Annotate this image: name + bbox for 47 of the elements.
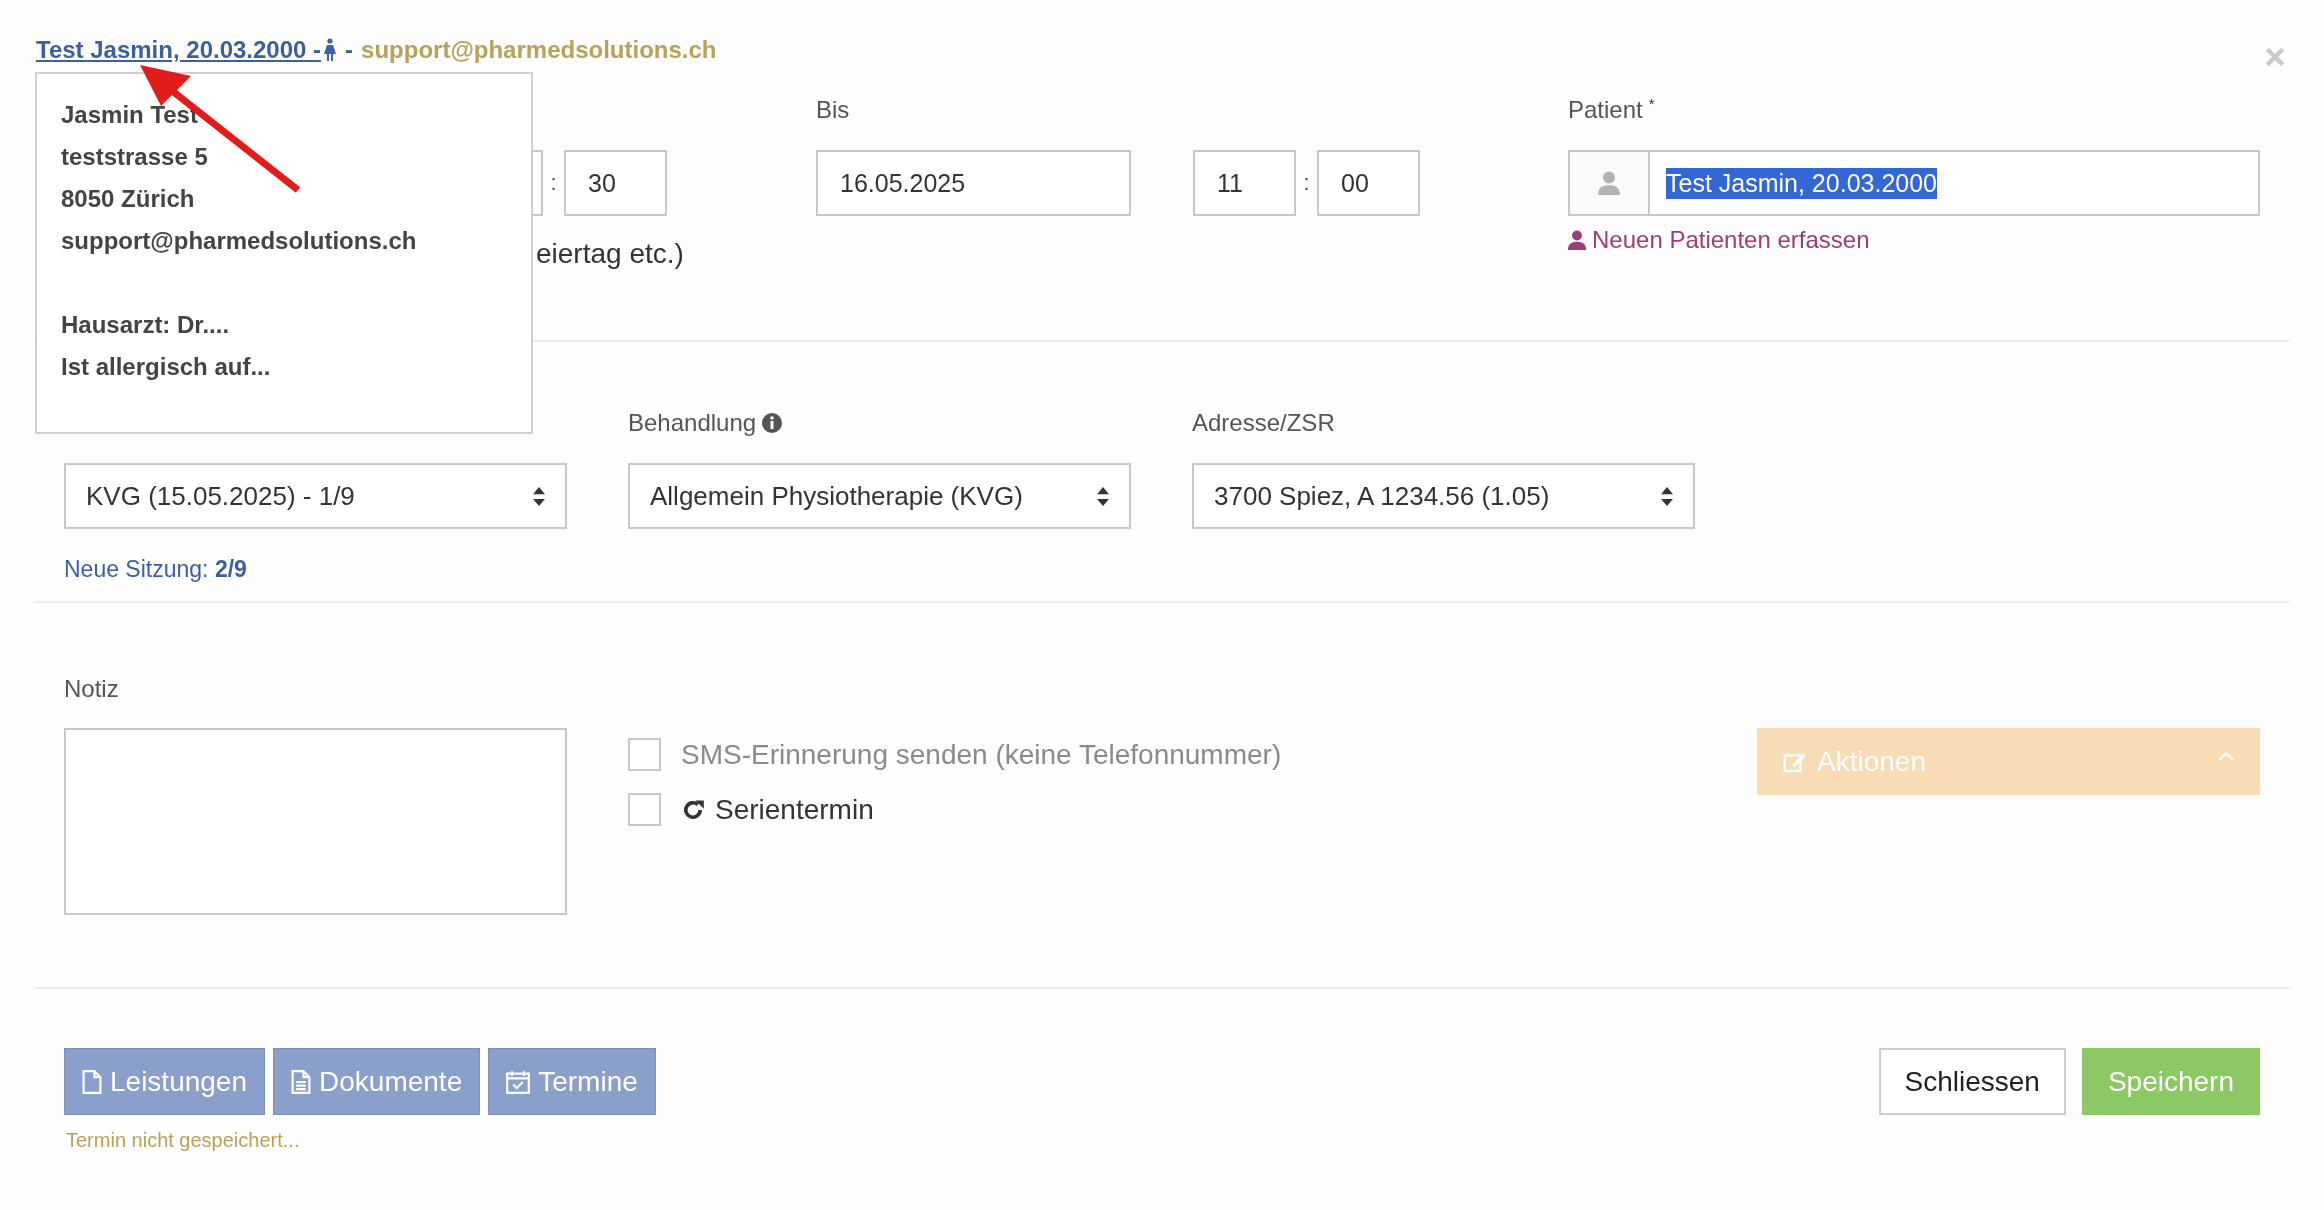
user-icon bbox=[1598, 171, 1620, 195]
tooltip-line: support@pharmedsolutions.ch bbox=[61, 226, 418, 256]
field-label: Bis bbox=[816, 95, 851, 125]
address-select[interactable]: 3700 Spiez, A 1234.56 (1.05) bbox=[1192, 463, 1695, 529]
sort-icon bbox=[1661, 486, 1673, 506]
email-address: support@pharmedsolutions.ch bbox=[361, 36, 717, 64]
checkbox[interactable] bbox=[628, 793, 661, 826]
chevron-up-icon bbox=[2218, 750, 2234, 761]
hour-field[interactable]: 11 bbox=[1193, 150, 1296, 216]
field-label: Notiz bbox=[64, 674, 120, 704]
close-button[interactable]: Schliessen bbox=[1878, 1048, 2066, 1115]
minute-field[interactable]: 00 bbox=[1317, 150, 1420, 216]
option-label: Serientermin bbox=[715, 793, 874, 826]
tooltip-line: teststrasse 5 bbox=[61, 142, 209, 172]
note-field[interactable] bbox=[64, 728, 567, 915]
document-icon bbox=[291, 1069, 311, 1094]
required-mark: * bbox=[1648, 95, 1655, 112]
new-patient-link[interactable]: Neuen Patienten erfassen bbox=[1568, 226, 2260, 254]
field-label: Behandlung bbox=[628, 408, 757, 438]
patient-value: Test Jasmin, 20.03.2000 bbox=[1666, 167, 1937, 199]
status-text: Termin nicht gespeichert... bbox=[65, 1129, 301, 1152]
field-label: Patient bbox=[1568, 95, 1643, 125]
separator-dash: - bbox=[345, 36, 354, 64]
minute-field[interactable]: 30 bbox=[564, 150, 667, 216]
refresh-icon bbox=[681, 797, 705, 822]
time-colon: : bbox=[1302, 170, 1311, 196]
info-icon[interactable] bbox=[762, 413, 783, 433]
patient-field[interactable]: Test Jasmin, 20.03.2000 bbox=[1568, 150, 2260, 216]
treatment-select[interactable]: Allgemein Physiotherapie (KVG) bbox=[628, 463, 1131, 529]
tooltip-line: Ist allergisch auf... bbox=[61, 352, 272, 382]
field-label: Adresse/ZSR bbox=[1192, 408, 1336, 438]
file-icon bbox=[82, 1069, 102, 1094]
date-field[interactable]: 16.05.2025 bbox=[816, 150, 1131, 216]
patient-link[interactable]: Test Jasmin, 20.03.2000 - bbox=[36, 36, 322, 64]
sort-icon bbox=[533, 486, 545, 506]
time-colon: : bbox=[549, 170, 558, 196]
tooltip-line: Hausarzt: Dr.... bbox=[61, 310, 231, 340]
holiday-hint: eiertag etc.) bbox=[536, 238, 685, 270]
tooltip-line: 8050 Zürich bbox=[61, 184, 196, 214]
female-figure-icon bbox=[323, 38, 338, 62]
new-session-text: Neue Sitzung: 2/9 bbox=[64, 556, 248, 583]
invoice-select[interactable]: KVG (15.05.2025) - 1/9 bbox=[64, 463, 567, 529]
close-icon[interactable] bbox=[2264, 46, 2286, 68]
calendar-icon bbox=[506, 1069, 531, 1094]
option-label: SMS-Erinnerung senden (keine Telefonnummer) bbox=[681, 738, 1282, 771]
user-icon bbox=[1568, 230, 1586, 250]
sort-icon bbox=[1097, 486, 1109, 506]
